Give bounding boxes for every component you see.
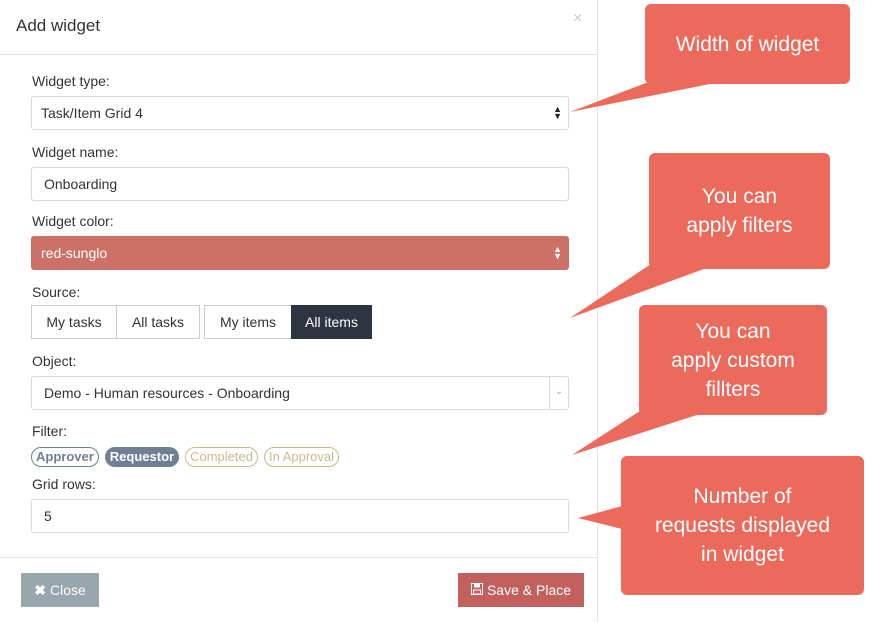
callout-line: You can bbox=[701, 185, 778, 208]
callout-line: apply filters bbox=[686, 214, 793, 237]
callout-line: You can bbox=[695, 319, 771, 343]
callout-width-of-widget: Width of widget bbox=[645, 4, 850, 84]
callout-line: Number of bbox=[693, 485, 792, 508]
callout-grid-rows: Number of requests displayed in widget bbox=[621, 456, 864, 595]
callout-line: requests displayed bbox=[654, 514, 831, 537]
callout-tail-grid-rows bbox=[578, 505, 626, 530]
callout-line: fillters bbox=[705, 377, 761, 401]
callout-line: apply custom bbox=[671, 348, 795, 372]
callout-apply-filters: You can apply filters bbox=[649, 153, 830, 269]
callout-text: Width of widget bbox=[675, 32, 820, 56]
callout-custom-filters: You can apply custom fillters bbox=[639, 305, 827, 415]
callout-line: in widget bbox=[701, 543, 784, 566]
